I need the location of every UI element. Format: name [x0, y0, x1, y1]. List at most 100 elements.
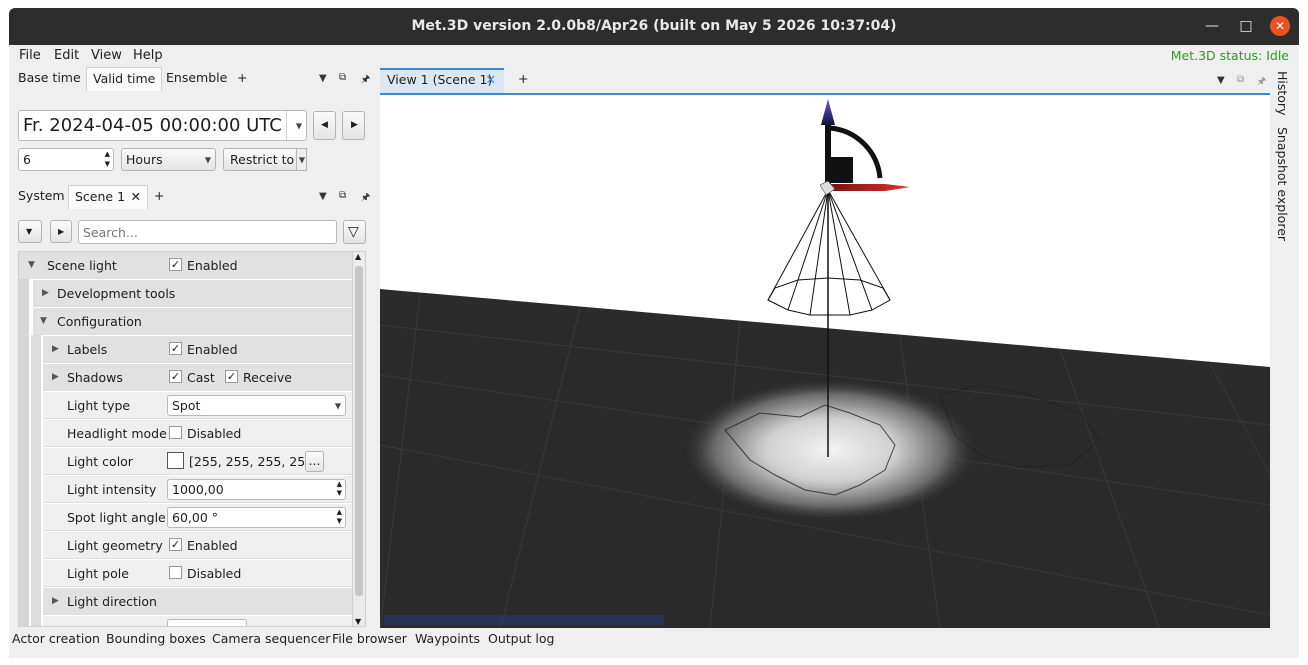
light-color-picker-button[interactable]: ... — [305, 451, 324, 472]
close-tab-icon[interactable]: ✕ — [131, 186, 141, 208]
menu-edit[interactable]: Edit — [54, 48, 79, 63]
expanded-arrow-icon[interactable]: ▼ — [28, 260, 35, 270]
tab-system[interactable]: System — [12, 185, 71, 209]
spot-light-angle-spinbox[interactable]: 60,00 ° ▲ ▼ — [167, 507, 346, 528]
x-axis-arrow — [828, 184, 910, 191]
collapse-all-button[interactable]: ▼ — [18, 220, 42, 243]
tab-output-log[interactable]: Output log — [488, 631, 554, 646]
tab-base-time[interactable]: Base time — [12, 67, 87, 91]
tab-view-1[interactable]: View 1 (Scene 1) ✕ — [380, 68, 504, 93]
tab-history[interactable]: History — [1275, 71, 1290, 115]
z-axis-arrow — [821, 99, 835, 125]
tree-row-configuration[interactable]: ▼ Configuration — [33, 308, 352, 335]
scroll-up-icon[interactable]: ▲ — [355, 252, 361, 261]
datetime-combo[interactable]: Fr. 2024-04-05 00:00:00 UTC ▼ — [18, 110, 307, 141]
headlight-mode-checkbox[interactable] — [169, 426, 182, 439]
shadows-receive-checkbox[interactable]: ✓ — [225, 370, 238, 383]
pin-icon[interactable]: 🖈 — [1257, 74, 1266, 91]
dock-menu-icon[interactable]: ▼ — [319, 73, 327, 84]
float-icon[interactable]: ⧉ — [339, 72, 346, 83]
spin-arrows-icon[interactable]: ▲ ▼ — [337, 508, 342, 526]
shadows-cast-checkbox[interactable]: ✓ — [169, 370, 182, 383]
tab-camera-sequencer[interactable]: Camera sequencer — [212, 631, 330, 646]
tab-scene-1[interactable]: Scene 1 ✕ — [68, 185, 148, 209]
close-tab-icon[interactable]: ✕ — [486, 70, 496, 90]
tab-ensemble[interactable]: Ensemble — [160, 67, 233, 91]
restrict-to-button[interactable]: Restrict to ▼ — [223, 148, 307, 171]
menu-file[interactable]: File — [19, 48, 41, 63]
add-tab-button[interactable]: + — [231, 67, 253, 91]
light-pole-checkbox[interactable] — [169, 566, 182, 579]
labels-label: Labels — [67, 342, 108, 357]
filter-button[interactable]: ▽ — [343, 220, 366, 244]
light-geometry-value: Enabled — [187, 538, 238, 553]
color-swatch[interactable] — [167, 452, 184, 469]
labels-value: Enabled — [187, 342, 238, 357]
restrict-to-label: Restrict to — [230, 152, 295, 167]
partial-field[interactable] — [167, 619, 247, 626]
add-scene-tab-button[interactable]: + — [148, 185, 170, 209]
spot-light-angle-value: 60,00 ° — [172, 510, 219, 525]
close-icon[interactable]: ✕ — [1270, 16, 1290, 36]
light-type-combo[interactable]: Spot ▼ — [167, 395, 346, 416]
arrow-left-icon: ◀ — [321, 120, 328, 130]
maximize-icon[interactable]: □ — [1236, 16, 1256, 36]
tree-row-shadows[interactable]: ▶ Shadows ✓ Cast ✓ Receive — [43, 364, 352, 391]
next-time-button[interactable]: ▶ — [342, 111, 365, 140]
tab-snapshot-explorer[interactable]: Snapshot explorer — [1275, 127, 1290, 241]
view-tab-bar: View 1 (Scene 1) ✕ + ▼ ⧉ 🖈 — [379, 67, 1270, 93]
dock-menu-icon[interactable]: ▼ — [1217, 75, 1225, 86]
minimize-icon[interactable]: — — [1202, 16, 1222, 36]
time-unit-combo[interactable]: Hours ▼ — [121, 148, 216, 171]
tree-row-development-tools[interactable]: ▶ Development tools — [33, 280, 352, 307]
expanded-arrow-icon[interactable]: ▼ — [40, 316, 47, 326]
expand-all-button[interactable]: ▶ — [50, 220, 72, 243]
menu-view[interactable]: View — [91, 48, 122, 63]
tree-row-light-pole: Light pole Disabled — [43, 560, 352, 587]
search-input[interactable] — [78, 220, 337, 244]
right-dock-tabs: History Snapshot explorer — [1271, 67, 1299, 627]
collapsed-arrow-icon[interactable]: ▶ — [42, 288, 49, 298]
3d-viewport[interactable] — [380, 93, 1270, 628]
tree-row-light-direction[interactable]: ▶ Light direction — [43, 588, 352, 615]
tab-actor-creation[interactable]: Actor creation — [12, 631, 100, 646]
dock-menu-icon[interactable]: ▼ — [319, 191, 327, 202]
tree-row-labels[interactable]: ▶ Labels ✓ Enabled — [43, 336, 352, 363]
collapsed-arrow-icon[interactable]: ▶ — [52, 372, 59, 382]
float-icon[interactable]: ⧉ — [1237, 74, 1244, 85]
tab-bounding-boxes[interactable]: Bounding boxes — [106, 631, 206, 646]
pin-icon[interactable]: 🖈 — [361, 190, 370, 207]
scrollbar-thumb[interactable] — [355, 266, 363, 596]
collapsed-arrow-icon[interactable]: ▶ — [52, 344, 59, 354]
chevron-right-icon: ▶ — [58, 227, 65, 236]
light-pole-label: Light pole — [67, 566, 129, 581]
labels-checkbox[interactable]: ✓ — [169, 342, 182, 355]
tab-valid-time[interactable]: Valid time — [86, 67, 163, 91]
light-geometry-checkbox[interactable]: ✓ — [169, 538, 182, 551]
scene-light-checkbox[interactable]: ✓ — [169, 258, 182, 271]
light-direction-label: Light direction — [67, 594, 157, 609]
menu-help[interactable]: Help — [133, 48, 163, 63]
pin-icon[interactable]: 🖈 — [361, 72, 370, 89]
time-step-spinbox[interactable]: 6 ▲ ▼ — [18, 148, 114, 171]
tree-row-light-color: Light color [255, 255, 255, 255] ... — [43, 448, 352, 475]
tab-waypoints[interactable]: Waypoints — [415, 631, 480, 646]
scroll-down-icon[interactable]: ▼ — [355, 617, 361, 626]
datetime-dropdown[interactable]: ▼ — [286, 111, 306, 140]
time-step-value: 6 — [23, 152, 31, 167]
tree-row-spot-light-angle: Spot light angle 60,00 ° ▲ ▼ — [43, 504, 352, 531]
indent-guide — [19, 279, 29, 626]
previous-time-button[interactable]: ◀ — [313, 111, 336, 140]
restrict-dropdown[interactable]: ▼ — [296, 148, 307, 171]
add-view-tab-button[interactable]: + — [518, 71, 528, 86]
collapsed-arrow-icon[interactable]: ▶ — [52, 596, 59, 606]
spin-arrows-icon[interactable]: ▲ ▼ — [337, 480, 342, 498]
arrow-right-icon: ▶ — [351, 120, 358, 130]
tree-row-headlight-mode: Headlight mode Disabled — [43, 420, 352, 447]
float-icon[interactable]: ⧉ — [339, 190, 346, 201]
spin-arrows-icon[interactable]: ▲ ▼ — [105, 149, 110, 169]
tree-scrollbar[interactable]: ▲ ▼ — [352, 252, 365, 626]
tab-file-browser[interactable]: File browser — [332, 631, 407, 646]
tree-row-scene-light[interactable]: ▼ Scene light ✓ Enabled — [19, 252, 352, 279]
light-intensity-spinbox[interactable]: 1000,00 ▲ ▼ — [167, 479, 346, 500]
